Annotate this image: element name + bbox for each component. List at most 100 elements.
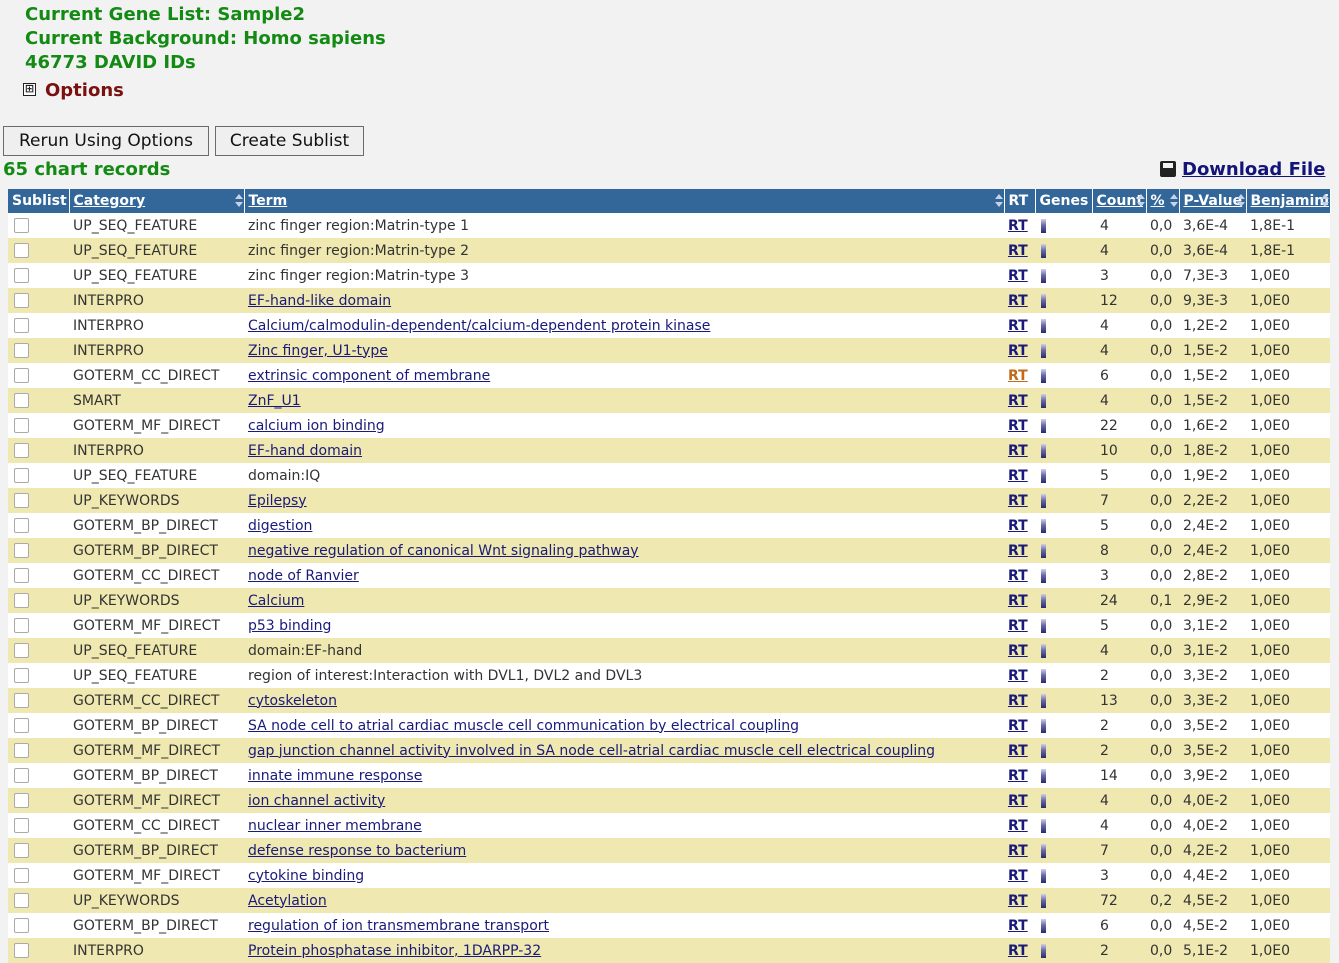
rt-link[interactable]: RT [1008,518,1028,534]
term-link[interactable]: EF-hand-like domain [248,293,391,309]
rt-cell[interactable]: RT [1004,588,1035,613]
rt-link[interactable]: RT [1008,568,1028,584]
genes-cell[interactable] [1035,213,1092,238]
sublist-checkbox[interactable] [14,593,29,608]
genes-bar-icon[interactable] [1041,318,1046,333]
sublist-checkbox[interactable] [14,218,29,233]
genes-bar-icon[interactable] [1041,518,1046,533]
sublist-checkbox[interactable] [14,693,29,708]
rt-link[interactable]: RT [1008,943,1028,959]
term-cell[interactable]: SA node cell to atrial cardiac muscle ce… [244,713,1004,738]
genes-cell[interactable] [1035,688,1092,713]
rt-link[interactable]: RT [1008,743,1028,759]
col-percent-label[interactable]: % [1151,193,1165,209]
genes-bar-icon[interactable] [1041,568,1046,583]
genes-cell[interactable] [1035,663,1092,688]
sublist-checkbox[interactable] [14,568,29,583]
col-category[interactable]: Category [69,189,245,213]
genes-cell[interactable] [1035,363,1092,388]
rt-cell[interactable]: RT [1004,213,1035,238]
sublist-checkbox[interactable] [14,418,29,433]
term-link[interactable]: ion channel activity [248,793,385,809]
genes-bar-icon[interactable] [1041,593,1046,608]
term-link[interactable]: gap junction channel activity involved i… [248,743,935,759]
sublist-checkbox[interactable] [14,368,29,383]
genes-bar-icon[interactable] [1041,643,1046,658]
sublist-checkbox[interactable] [14,818,29,833]
rt-cell[interactable]: RT [1004,938,1035,963]
rt-link[interactable]: RT [1008,443,1028,459]
rt-cell[interactable]: RT [1004,238,1035,263]
genes-cell[interactable] [1035,263,1092,288]
genes-bar-icon[interactable] [1041,618,1046,633]
genes-bar-icon[interactable] [1041,293,1046,308]
term-link[interactable]: ZnF_U1 [248,393,301,409]
rt-cell[interactable]: RT [1004,338,1035,363]
col-benjamini[interactable]: Benjamini [1246,189,1331,213]
rt-link[interactable]: RT [1008,218,1028,234]
genes-cell[interactable] [1035,238,1092,263]
genes-bar-icon[interactable] [1041,768,1046,783]
term-cell[interactable]: regulation of ion transmembrane transpor… [244,913,1004,938]
term-cell[interactable]: Zinc finger, U1-type [244,338,1004,363]
rt-link[interactable]: RT [1008,643,1028,659]
term-link[interactable]: innate immune response [248,768,422,784]
sublist-checkbox[interactable] [14,843,29,858]
rt-cell[interactable]: RT [1004,813,1035,838]
rt-cell[interactable]: RT [1004,863,1035,888]
rt-cell[interactable]: RT [1004,688,1035,713]
genes-bar-icon[interactable] [1041,468,1046,483]
term-link[interactable]: regulation of ion transmembrane transpor… [248,918,549,934]
rt-link[interactable]: RT [1008,418,1028,434]
term-cell[interactable]: extrinsic component of membrane [244,363,1004,388]
term-cell[interactable]: p53 binding [244,613,1004,638]
genes-bar-icon[interactable] [1041,693,1046,708]
download-file-label[interactable]: Download File [1182,159,1325,180]
sort-arrows-icon[interactable] [994,193,1003,209]
term-link[interactable]: EF-hand domain [248,443,362,459]
rt-cell[interactable]: RT [1004,538,1035,563]
genes-cell[interactable] [1035,638,1092,663]
genes-bar-icon[interactable] [1041,793,1046,808]
sublist-checkbox[interactable] [14,493,29,508]
genes-cell[interactable] [1035,338,1092,363]
sublist-checkbox[interactable] [14,393,29,408]
sublist-checkbox[interactable] [14,668,29,683]
rt-cell[interactable]: RT [1004,713,1035,738]
rt-cell[interactable]: RT [1004,788,1035,813]
term-link[interactable]: node of Ranvier [248,568,359,584]
term-cell[interactable]: ion channel activity [244,788,1004,813]
rt-cell[interactable]: RT [1004,488,1035,513]
rt-cell[interactable]: RT [1004,638,1035,663]
sublist-checkbox[interactable] [14,468,29,483]
rt-cell[interactable]: RT [1004,438,1035,463]
sublist-checkbox[interactable] [14,443,29,458]
options-expand-icon[interactable]: ⊞ [23,83,36,96]
genes-cell[interactable] [1035,813,1092,838]
term-link[interactable]: Calcium [248,593,304,609]
term-link[interactable]: calcium ion binding [248,418,385,434]
rt-link[interactable]: RT [1008,493,1028,509]
sublist-checkbox[interactable] [14,243,29,258]
col-term-label[interactable]: Term [249,193,288,209]
genes-cell[interactable] [1035,788,1092,813]
term-cell[interactable]: nuclear inner membrane [244,813,1004,838]
rt-link[interactable]: RT [1008,868,1028,884]
genes-bar-icon[interactable] [1041,743,1046,758]
genes-cell[interactable] [1035,738,1092,763]
term-link[interactable]: Acetylation [248,893,327,909]
genes-cell[interactable] [1035,613,1092,638]
term-cell[interactable]: gap junction channel activity involved i… [244,738,1004,763]
rt-link[interactable]: RT [1008,468,1028,484]
rt-cell[interactable]: RT [1004,888,1035,913]
rt-cell[interactable]: RT [1004,663,1035,688]
genes-bar-icon[interactable] [1041,218,1046,233]
term-link[interactable]: nuclear inner membrane [248,818,422,834]
genes-cell[interactable] [1035,313,1092,338]
genes-cell[interactable] [1035,888,1092,913]
rt-cell[interactable]: RT [1004,413,1035,438]
sublist-checkbox[interactable] [14,868,29,883]
sublist-checkbox[interactable] [14,643,29,658]
genes-bar-icon[interactable] [1041,868,1046,883]
genes-cell[interactable] [1035,563,1092,588]
